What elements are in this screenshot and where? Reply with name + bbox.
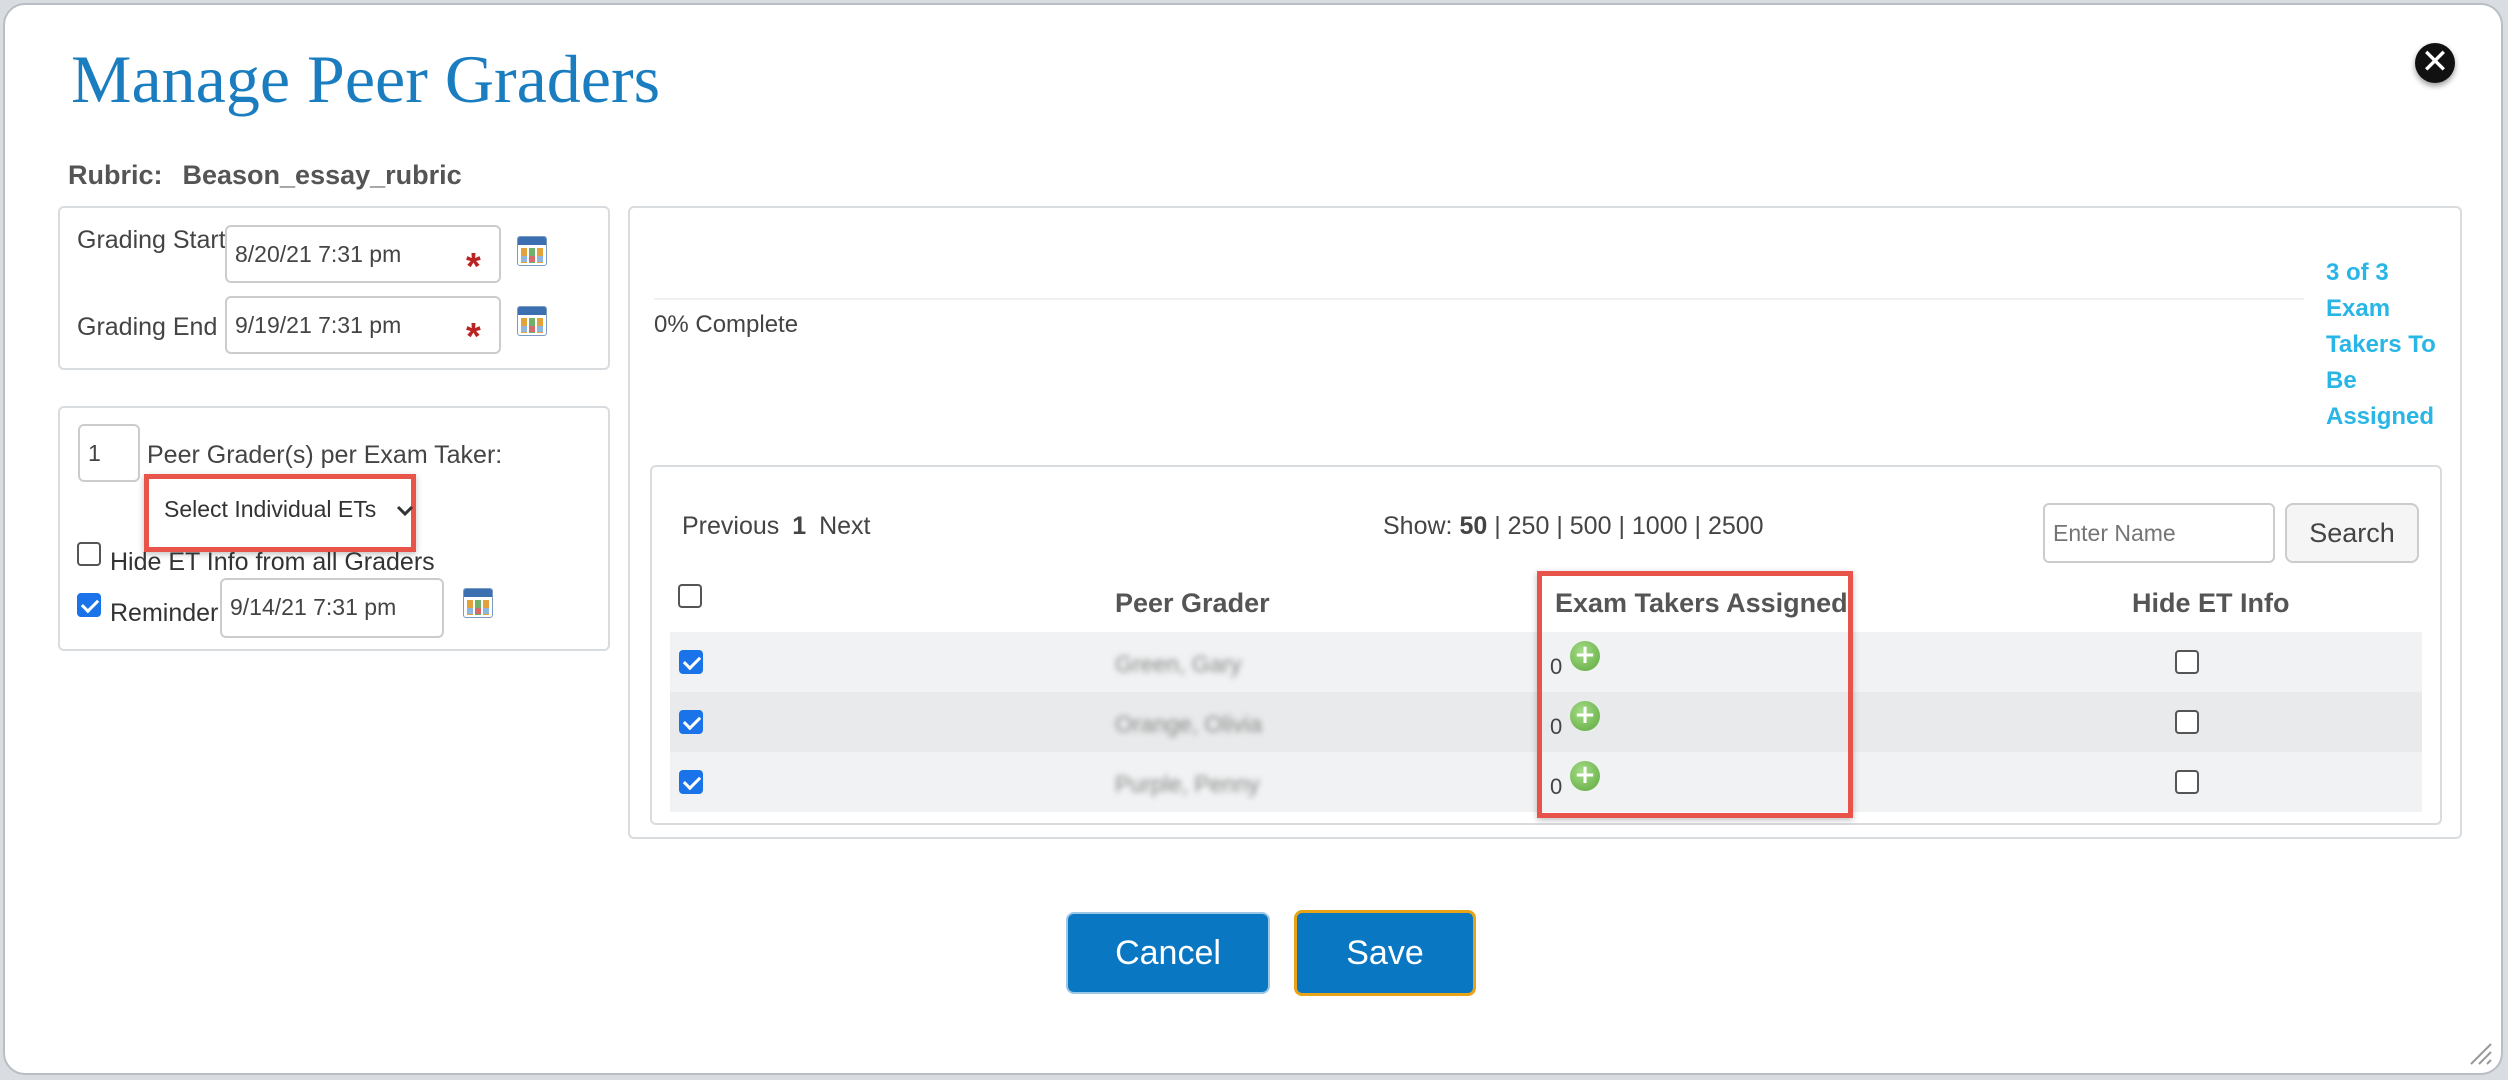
schedule-panel: Grading Start 8/20/21 7:31 pm * Grading …: [58, 206, 610, 370]
unassigned-count-line: Be: [2326, 367, 2357, 394]
rubric-label: Rubric:: [68, 160, 163, 190]
row-select-checkbox[interactable]: [679, 650, 703, 674]
row-hide-et-checkbox[interactable]: [2175, 710, 2199, 734]
previous-page-link[interactable]: Previous: [682, 512, 779, 540]
separator: |: [1494, 512, 1501, 540]
grading-end-label: Grading End: [77, 313, 218, 341]
peer-grader-name: Purple, Penny: [1115, 771, 1260, 797]
page-size-option[interactable]: 1000: [1632, 512, 1688, 540]
peer-grader-header: Peer Grader: [1115, 588, 1270, 618]
select-all-checkbox[interactable]: [678, 584, 702, 608]
grader-settings-panel: 1 Peer Grader(s) per Exam Taker: Select …: [58, 406, 610, 651]
hide-et-info-all-checkbox[interactable]: [77, 542, 101, 566]
grading-end-field[interactable]: 9/19/21 7:31 pm: [225, 296, 501, 354]
page-size-option[interactable]: 250: [1508, 512, 1550, 540]
search-name-input[interactable]: [2043, 503, 2275, 563]
unassigned-count-line: Exam: [2326, 295, 2391, 322]
grading-start-value: 8/20/21 7:31 pm: [235, 241, 402, 267]
unassigned-count-line: 3 of 3: [2326, 259, 2389, 286]
required-asterisk: *: [466, 316, 481, 358]
progress-label: 0% Complete: [654, 311, 799, 338]
required-asterisk: *: [466, 246, 481, 288]
hide-et-info-header: Hide ET Info: [2132, 588, 2290, 618]
row-select-checkbox[interactable]: [679, 710, 703, 734]
manage-peer-graders-dialog: Manage Peer Graders ✕ Rubric: Beason_essa…: [3, 3, 2503, 1075]
current-page: 1: [792, 512, 807, 540]
page-size-option[interactable]: 50: [1459, 512, 1487, 540]
rubric-name: Beason_essay_rubric: [182, 160, 462, 190]
highlight-box: [1537, 571, 1853, 818]
grading-end-value: 9/19/21 7:31 pm: [235, 312, 402, 338]
graders-count-input[interactable]: 1: [78, 424, 140, 482]
grading-start-label: Grading Start: [77, 226, 226, 254]
separator: |: [1618, 512, 1625, 540]
assign-mode-select[interactable]: Select Individual ETs: [164, 496, 415, 523]
separator: |: [1556, 512, 1563, 540]
calendar-icon[interactable]: [517, 236, 547, 266]
rubric-line: Rubric: Beason_essay_rubric: [68, 160, 462, 191]
assign-mode-value: Select Individual ETs: [164, 496, 377, 522]
row-hide-et-checkbox[interactable]: [2175, 650, 2199, 674]
separator: |: [1694, 512, 1701, 540]
dialog-title: Manage Peer Graders: [71, 41, 661, 117]
reminder-label: Reminder:: [110, 599, 226, 627]
cancel-button[interactable]: Cancel: [1066, 912, 1270, 994]
save-button[interactable]: Save: [1294, 910, 1476, 996]
next-page-link[interactable]: Next: [819, 512, 870, 540]
peer-grader-name: Green, Gary: [1115, 651, 1242, 677]
reminder-date-value: 9/14/21 7:31 pm: [230, 594, 397, 620]
chevron-down-icon: [396, 505, 413, 517]
show-label: Show:: [1383, 512, 1453, 540]
graders-per-et-label: Peer Grader(s) per Exam Taker:: [147, 441, 503, 469]
search-button[interactable]: Search: [2285, 503, 2419, 563]
unassigned-count-line: Assigned: [2326, 403, 2435, 430]
unassigned-count-link[interactable]: 3 of 3 Exam Takers To Be Assigned: [2326, 255, 2436, 435]
reminder-date-field[interactable]: 9/14/21 7:31 pm: [220, 578, 444, 638]
pagination: Previous 1 Next: [682, 512, 870, 541]
page-size-option[interactable]: 500: [1570, 512, 1612, 540]
grading-start-field[interactable]: 8/20/21 7:31 pm: [225, 225, 501, 283]
peer-grader-name: Orange, Olivia: [1115, 711, 1263, 737]
graders-count-value: 1: [88, 440, 101, 466]
progress-bar: [654, 298, 2304, 300]
unassigned-count-line: Takers To: [2326, 331, 2436, 358]
calendar-icon[interactable]: [517, 306, 547, 336]
hide-et-info-all-label: Hide ET Info from all Graders: [110, 548, 435, 576]
page-size-selector: Show: 50 | 250 | 500 | 1000 | 2500: [1383, 512, 1764, 541]
graders-panel: 0% Complete 3 of 3 Exam Takers To Be Ass…: [628, 206, 2462, 839]
reminder-checkbox[interactable]: [77, 593, 101, 617]
resize-grip-icon[interactable]: [2467, 1040, 2493, 1066]
row-select-checkbox[interactable]: [679, 770, 703, 794]
calendar-icon[interactable]: [463, 588, 493, 618]
close-icon[interactable]: ✕: [2415, 43, 2455, 83]
page-size-option[interactable]: 2500: [1708, 512, 1764, 540]
row-hide-et-checkbox[interactable]: [2175, 770, 2199, 794]
